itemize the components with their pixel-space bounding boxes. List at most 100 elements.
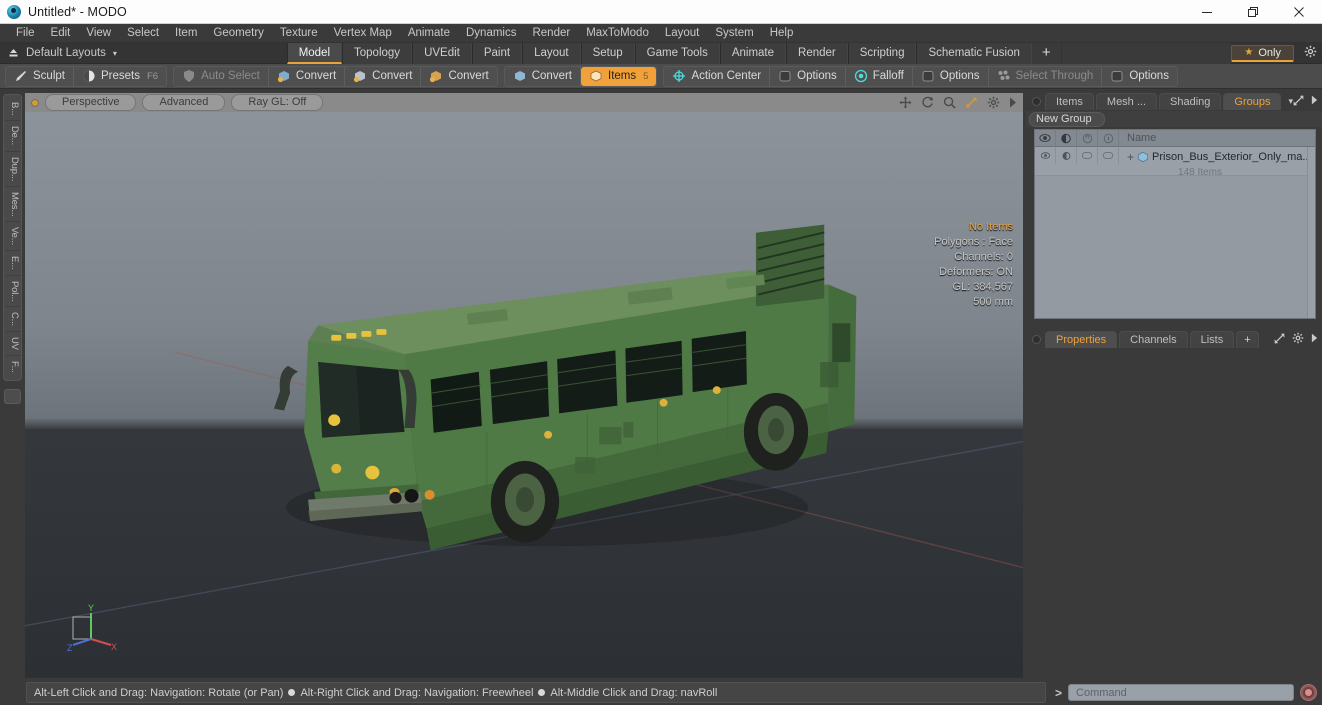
- only-toggle-button[interactable]: ★ Only: [1231, 45, 1294, 62]
- tab-scripting[interactable]: Scripting: [848, 43, 917, 64]
- menu-file[interactable]: File: [8, 24, 43, 43]
- add-panel-tab-button[interactable]: +: [1236, 331, 1258, 348]
- menu-vertex-map[interactable]: Vertex Map: [326, 24, 400, 43]
- menu-system[interactable]: System: [707, 24, 761, 43]
- tab-uvedit[interactable]: UVEdit: [412, 43, 472, 64]
- menu-render[interactable]: Render: [524, 24, 578, 43]
- options-button-1[interactable]: Options: [770, 67, 845, 86]
- vtab-duplicate[interactable]: Dup...: [5, 152, 20, 187]
- command-prompt-icon[interactable]: >: [1051, 686, 1062, 700]
- row-render-toggle[interactable]: [1056, 147, 1077, 164]
- row-eye-toggle[interactable]: [1035, 147, 1056, 164]
- more-arrow-icon[interactable]: [1311, 333, 1318, 346]
- fit-icon[interactable]: [965, 96, 978, 109]
- groups-tree[interactable]: Name: [1034, 129, 1316, 319]
- groups-tree-body[interactable]: + Prison_Bus_Exterior_Only_ma... 148 Ite…: [1035, 147, 1315, 318]
- tab-animate[interactable]: Animate: [720, 43, 786, 64]
- convert-item-button[interactable]: Convert: [505, 67, 580, 86]
- tab-shading[interactable]: Shading: [1159, 93, 1221, 110]
- panel-menu-dot[interactable]: [1032, 97, 1041, 106]
- action-center-button[interactable]: Action Center: [664, 67, 769, 86]
- lock-icon[interactable]: [1077, 130, 1098, 147]
- minimize-icon[interactable]: [1184, 0, 1230, 24]
- select-through-button[interactable]: Select Through: [989, 67, 1102, 86]
- tree-scrollbar[interactable]: [1307, 147, 1315, 318]
- tab-properties[interactable]: Properties: [1045, 331, 1117, 348]
- add-tab-button[interactable]: +: [1032, 43, 1062, 64]
- gear-icon[interactable]: [1298, 45, 1322, 61]
- gear-icon[interactable]: [1292, 332, 1304, 347]
- table-row[interactable]: + Prison_Bus_Exterior_Only_ma... 148 Ite…: [1035, 147, 1315, 176]
- convert-vertex-button[interactable]: Convert: [269, 67, 344, 86]
- options-button-3[interactable]: Options: [1102, 67, 1177, 86]
- more-arrow-icon[interactable]: [1009, 97, 1017, 108]
- menu-edit[interactable]: Edit: [43, 24, 79, 43]
- tab-render[interactable]: Render: [786, 43, 848, 64]
- extra-tool-icon[interactable]: [4, 389, 21, 404]
- tab-schematic-fusion[interactable]: Schematic Fusion: [916, 43, 1031, 64]
- tab-layout[interactable]: Layout: [522, 43, 581, 64]
- default-layouts-label[interactable]: Default Layouts: [26, 47, 110, 59]
- options-button-2[interactable]: Options: [913, 67, 988, 86]
- more-arrow-icon[interactable]: [1311, 95, 1318, 108]
- expander-icon[interactable]: +: [1127, 152, 1134, 162]
- auto-select-button[interactable]: Auto Select: [174, 67, 268, 86]
- eye-icon[interactable]: [1035, 130, 1056, 147]
- row-select-toggle[interactable]: [1098, 147, 1119, 164]
- menu-view[interactable]: View: [78, 24, 119, 43]
- tab-groups[interactable]: Groups: [1223, 93, 1281, 110]
- menu-geometry[interactable]: Geometry: [205, 24, 272, 43]
- maximize-icon[interactable]: [1230, 0, 1276, 24]
- menu-layout[interactable]: Layout: [657, 24, 708, 43]
- panel-menu-dot-2[interactable]: [1032, 335, 1041, 344]
- vtab-deform[interactable]: De...: [5, 121, 20, 151]
- vtab-mesh-edit[interactable]: Mes...: [5, 187, 20, 223]
- convert-poly-button[interactable]: Convert: [421, 67, 496, 86]
- group-item-name[interactable]: Prison_Bus_Exterior_Only_ma...: [1152, 151, 1312, 163]
- tab-game-tools[interactable]: Game Tools: [635, 43, 720, 64]
- vtab-basic[interactable]: B...: [5, 97, 20, 121]
- menu-select[interactable]: Select: [119, 24, 167, 43]
- 3d-viewport[interactable]: No Items Polygons : Face Channels: 0 Def…: [25, 112, 1023, 678]
- menu-help[interactable]: Help: [762, 24, 802, 43]
- properties-area[interactable]: [1026, 349, 1322, 680]
- view-active-dot[interactable]: [31, 99, 39, 107]
- vtab-polygon[interactable]: Pol...: [5, 276, 20, 307]
- viewport-shading-selector[interactable]: Advanced: [142, 94, 225, 111]
- gear-icon[interactable]: [987, 96, 1000, 109]
- close-icon[interactable]: [1276, 0, 1322, 24]
- home-upload-icon[interactable]: [0, 43, 26, 64]
- falloff-button[interactable]: Falloff: [846, 67, 912, 86]
- tab-channels[interactable]: Channels: [1119, 331, 1187, 348]
- tab-lists[interactable]: Lists: [1190, 331, 1235, 348]
- zoom-icon[interactable]: [943, 96, 956, 109]
- render-icon[interactable]: [1056, 130, 1077, 147]
- tab-paint[interactable]: Paint: [472, 43, 522, 64]
- expand-icon[interactable]: [1293, 95, 1304, 109]
- menu-dynamics[interactable]: Dynamics: [458, 24, 524, 43]
- menu-maxtomodo[interactable]: MaxToModo: [578, 24, 657, 43]
- tab-items[interactable]: Items: [1045, 93, 1094, 110]
- tab-mesh[interactable]: Mesh ...: [1096, 93, 1157, 110]
- convert-edge-button[interactable]: Convert: [345, 67, 420, 86]
- command-input[interactable]: Command: [1068, 684, 1294, 701]
- expand-icon[interactable]: [1274, 333, 1285, 347]
- new-group-button[interactable]: New Group: [1029, 112, 1105, 127]
- tab-topology[interactable]: Topology: [342, 43, 412, 64]
- tab-setup[interactable]: Setup: [581, 43, 635, 64]
- vtab-uv[interactable]: UV: [5, 332, 20, 356]
- chevron-down-icon[interactable]: ▾: [113, 49, 117, 58]
- vtab-edge[interactable]: E...: [5, 251, 20, 275]
- select-icon[interactable]: [1098, 130, 1119, 147]
- sculpt-button[interactable]: Sculpt: [6, 67, 73, 86]
- vtab-fusion[interactable]: F...: [5, 356, 20, 378]
- viewport-projection-selector[interactable]: Perspective: [45, 94, 136, 111]
- items-button[interactable]: Items 5: [581, 67, 656, 86]
- viewport-raygl-selector[interactable]: Ray GL: Off: [231, 94, 323, 111]
- pan-icon[interactable]: [899, 96, 912, 109]
- menu-texture[interactable]: Texture: [272, 24, 326, 43]
- record-icon[interactable]: [1300, 684, 1317, 701]
- tab-model[interactable]: Model: [287, 43, 342, 64]
- menu-item[interactable]: Item: [167, 24, 205, 43]
- vtab-curve[interactable]: C...: [5, 307, 20, 332]
